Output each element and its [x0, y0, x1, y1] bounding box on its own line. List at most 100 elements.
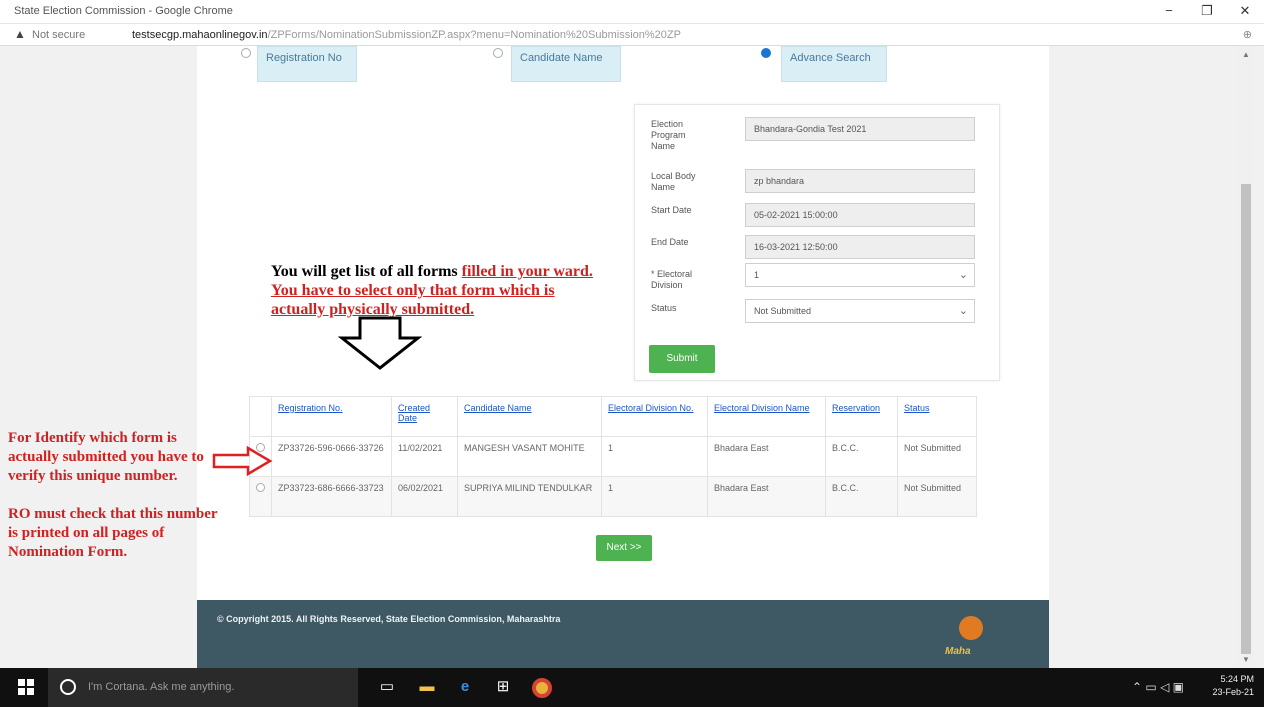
scrollbar-thumb[interactable] — [1241, 184, 1251, 654]
address-bar[interactable]: ▲ Not secure testsecgp.mahaonlinegov.in/… — [0, 24, 1264, 46]
zoom-icon[interactable]: ⊕ — [1243, 28, 1252, 41]
search-option-label: Candidate Name — [520, 52, 603, 64]
annotation-text: You will get list of all forms — [271, 263, 458, 280]
url-host: testsecgp.mahaonlinegov.in — [132, 29, 268, 41]
browser-title-bar: State Election Commission - Google Chrom… — [0, 0, 1264, 24]
table-row[interactable]: ZP33723-686-6666-33723 06/02/2021 SUPRIY… — [249, 476, 977, 517]
warning-icon[interactable]: ▲ — [14, 27, 26, 41]
table-cell: 1 — [601, 436, 708, 477]
cortana-placeholder: I'm Cortana. Ask me anything. — [88, 681, 235, 693]
search-option-label: Registration No — [266, 52, 342, 64]
radio-advance-search[interactable] — [761, 48, 771, 58]
start-date-label: Start Date — [651, 205, 692, 215]
task-view-icon[interactable]: ▭ — [378, 678, 396, 696]
electoral-division-value: 1 — [754, 270, 760, 280]
radio-registration-no[interactable] — [241, 48, 251, 58]
table-cell: B.C.C. — [825, 436, 898, 477]
table-cell: SUPRIYA MILIND TENDULKAR — [457, 476, 602, 517]
submit-button[interactable]: Submit — [649, 345, 715, 373]
page-footer: © Copyright 2015. All Rights Reserved, S… — [197, 600, 1049, 668]
arrow-down-icon — [338, 316, 422, 370]
clock-time: 5:24 PM — [1220, 674, 1254, 684]
table-header-select — [249, 396, 272, 437]
table-cell: ZP33723-686-6666-33723 — [271, 476, 392, 517]
scroll-up-icon[interactable]: ▲ — [1242, 50, 1250, 59]
window-title: State Election Commission - Google Chrom… — [14, 5, 233, 17]
annotation-text-red: filled in your ward. — [461, 263, 593, 280]
table-header[interactable]: Status — [897, 396, 977, 437]
annotation-instruction: You will get list of all forms filled in… — [271, 262, 611, 319]
table-cell: 1 — [601, 476, 708, 517]
annotation-left: For Identify which form is actually subm… — [8, 429, 223, 581]
radio-candidate-name[interactable] — [493, 48, 503, 58]
arrow-right-icon — [212, 446, 273, 476]
file-explorer-icon[interactable]: ▬ — [418, 678, 436, 696]
table-header[interactable]: Created Date — [391, 396, 458, 437]
search-option-label: Advance Search — [790, 52, 871, 64]
table-header[interactable]: Candidate Name — [457, 396, 602, 437]
store-icon[interactable]: ⊞ — [494, 678, 512, 696]
scroll-down-icon[interactable]: ▼ — [1242, 655, 1250, 664]
table-cell: MANGESH VASANT MOHITE — [457, 436, 602, 477]
search-option-registration[interactable]: Registration No — [257, 46, 357, 82]
table-cell: Not Submitted — [897, 476, 977, 517]
table-cell: ZP33726-596-0666-33726 — [271, 436, 392, 477]
results-table: Registration No. Created Date Candidate … — [249, 396, 977, 517]
end-date-label: End Date — [651, 237, 689, 247]
page-content: Registration No Candidate Name Advance S… — [197, 46, 1049, 668]
electoral-division-label: * Electoral Division — [651, 269, 693, 290]
start-date-field: 05-02-2021 15:00:00 — [745, 203, 975, 227]
table-cell: Bhadara East — [707, 476, 826, 517]
url-path: /ZPForms/NominationSubmissionZP.aspx?men… — [267, 29, 681, 41]
annotation-text-red: You have to select only that form which … — [271, 282, 555, 318]
copyright-text: © Copyright 2015. All Rights Reserved, S… — [217, 614, 561, 624]
taskbar-clock[interactable]: 5:24 PM 23-Feb-21 — [1212, 673, 1254, 699]
table-cell: 11/02/2021 — [391, 436, 458, 477]
table-header[interactable]: Reservation — [825, 396, 898, 437]
chrome-icon[interactable] — [532, 678, 552, 698]
minimize-button[interactable]: − — [1150, 0, 1188, 24]
cortana-icon — [60, 679, 76, 695]
row-select[interactable] — [249, 476, 272, 517]
close-button[interactable]: ✕ — [1226, 0, 1264, 24]
table-header-row: Registration No. Created Date Candidate … — [249, 396, 977, 437]
local-body-label: Local Body Name — [651, 171, 696, 192]
status-label: Status — [651, 303, 677, 313]
chevron-down-icon: ⌄ — [958, 305, 968, 317]
edge-icon[interactable]: e — [456, 678, 474, 696]
table-cell: Not Submitted — [897, 436, 977, 477]
page-viewport: Registration No Candidate Name Advance S… — [0, 46, 1238, 668]
cortana-search-box[interactable]: I'm Cortana. Ask me anything. — [48, 668, 358, 707]
search-option-advance[interactable]: Advance Search — [781, 46, 887, 82]
windows-start-icon[interactable] — [18, 679, 34, 695]
window-controls: − ❐ ✕ — [1150, 0, 1264, 24]
end-date-field: 16-03-2021 12:50:00 — [745, 235, 975, 259]
advance-search-form: Election Program Name Bhandara-Gondia Te… — [634, 104, 1000, 381]
table-cell: B.C.C. — [825, 476, 898, 517]
table-header[interactable]: Registration No. — [271, 396, 392, 437]
election-program-label: Election Program Name — [651, 119, 686, 151]
chevron-down-icon: ⌄ — [958, 269, 968, 281]
electoral-division-select[interactable]: 1 ⌄ — [745, 263, 975, 287]
annotation-paragraph: For Identify which form is actually subm… — [8, 430, 204, 484]
table-cell: 06/02/2021 — [391, 476, 458, 517]
status-value: Not Submitted — [754, 306, 812, 316]
system-tray-icons[interactable]: ⌃ ▭ ◁ ▣ — [1132, 680, 1184, 694]
security-label[interactable]: Not secure — [32, 29, 85, 41]
table-header[interactable]: Electoral Division No. — [601, 396, 708, 437]
table-cell: Bhadara East — [707, 436, 826, 477]
restore-button[interactable]: ❐ — [1188, 0, 1226, 24]
next-button[interactable]: Next >> — [596, 535, 652, 561]
logo-text: Maha — [945, 646, 971, 657]
annotation-paragraph: RO must check that this number is printe… — [8, 506, 218, 560]
row-radio[interactable] — [256, 483, 265, 492]
maha-logo-icon — [959, 616, 983, 640]
url-text[interactable]: testsecgp.mahaonlinegov.in/ZPForms/Nomin… — [132, 29, 681, 41]
vertical-scrollbar[interactable]: ▲ ▼ — [1238, 46, 1254, 668]
table-header[interactable]: Electoral Division Name — [707, 396, 826, 437]
clock-date: 23-Feb-21 — [1212, 687, 1254, 697]
status-select[interactable]: Not Submitted ⌄ — [745, 299, 975, 323]
search-option-candidate[interactable]: Candidate Name — [511, 46, 621, 82]
taskbar: I'm Cortana. Ask me anything. ▭ ▬ e ⊞ ⌃ … — [0, 668, 1264, 707]
table-row[interactable]: ZP33726-596-0666-33726 11/02/2021 MANGES… — [249, 436, 977, 477]
